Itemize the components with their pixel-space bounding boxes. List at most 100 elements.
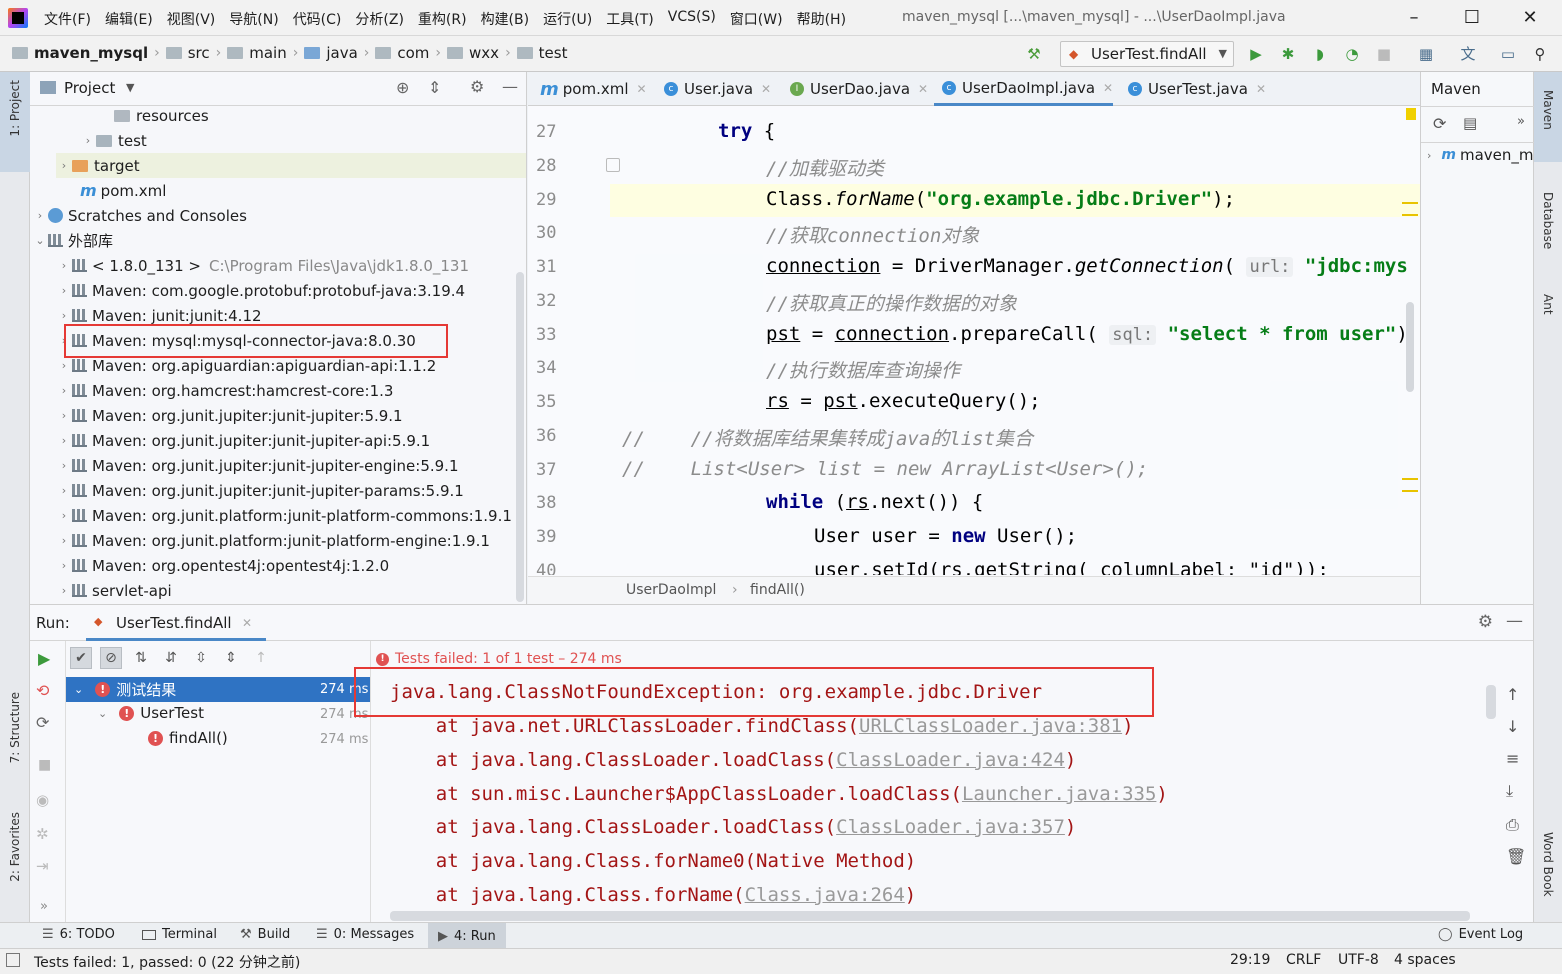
code-line-34[interactable]: //执行数据库查询操作 xyxy=(766,356,960,383)
project-tool-button[interactable]: 1: Project xyxy=(8,80,22,137)
breadcrumb-class[interactable]: UserDaoImpl xyxy=(626,582,716,598)
tree-item-library[interactable]: › Maven: org.hamcrest:hamcrest-core:1.3 xyxy=(56,378,394,403)
menu-analyze[interactable]: 分析(Z) xyxy=(355,9,404,29)
crumb-com[interactable]: com › xyxy=(375,44,441,62)
fold-icon[interactable] xyxy=(606,158,620,172)
database-tool-button[interactable]: Database xyxy=(1541,192,1555,249)
expand-arrow-icon[interactable]: › xyxy=(56,359,72,372)
menu-run[interactable]: 运行(U) xyxy=(543,9,592,29)
run-icon[interactable]: ▶ xyxy=(1246,44,1266,64)
code-line-38[interactable]: while (rs.next()) { xyxy=(766,491,983,513)
rerun-icon[interactable]: ▶ xyxy=(38,649,50,668)
menu-tools[interactable]: 工具(T) xyxy=(606,9,653,29)
stack-link[interactable]: ClassLoader.java:424 xyxy=(836,749,1065,771)
toggle-autotest-icon[interactable]: ⟳ xyxy=(36,713,49,732)
menu-edit[interactable]: 编辑(E) xyxy=(105,9,153,29)
soft-wrap-icon[interactable]: ≡ xyxy=(1506,749,1519,768)
maven-tool-button[interactable]: Maven xyxy=(1541,90,1555,130)
messages-tool-button[interactable]: ☰ 0: Messages xyxy=(316,927,414,942)
code-line-28[interactable]: //加载驱动类 xyxy=(766,154,884,181)
close-tab-icon[interactable]: ✕ xyxy=(242,616,252,630)
crumb-test[interactable]: test xyxy=(516,44,567,62)
code-line-39[interactable]: User user = new User(); xyxy=(814,525,1077,547)
collapse-arrow-icon[interactable]: ⌄ xyxy=(74,683,83,696)
tree-item-library[interactable]: › Maven: org.junit.jupiter:junit-jupiter:… xyxy=(56,403,403,428)
build-tool-button[interactable]: ⚒ Build xyxy=(240,927,290,942)
crumb-main[interactable]: main › xyxy=(227,44,298,62)
project-structure-icon[interactable]: ▦ xyxy=(1416,44,1436,64)
run-tool-button[interactable]: ▶ 4: Run xyxy=(428,923,506,949)
menu-build[interactable]: 构建(B) xyxy=(481,9,530,29)
tree-item-library[interactable]: › Maven: org.apiguardian:apiguardian-api:… xyxy=(56,353,437,378)
caret-position[interactable]: 29:19 xyxy=(1230,952,1270,968)
stop-icon[interactable]: ■ xyxy=(1374,44,1394,64)
sort-alphabetically-icon[interactable]: ⇅ xyxy=(130,647,152,669)
expand-arrow-icon[interactable]: › xyxy=(56,584,72,597)
tree-item-library[interactable]: › Maven: org.junit.jupiter:junit-jupiter-… xyxy=(56,428,430,453)
tree-item-scratches[interactable]: › Scratches and Consoles xyxy=(32,203,247,228)
close-tab-icon[interactable]: ✕ xyxy=(761,82,771,96)
warning-stripe-icon[interactable] xyxy=(1402,202,1418,216)
project-view-select[interactable]: Project xyxy=(64,79,115,97)
tree-item-target[interactable]: › target xyxy=(56,153,526,178)
expand-arrow-icon[interactable]: › xyxy=(56,159,72,172)
tree-item-resources[interactable]: resources xyxy=(114,103,209,128)
gear-icon[interactable]: ⚙ xyxy=(470,77,484,96)
tree-item-library[interactable]: › Maven: org.junit.jupiter:junit-jupiter-… xyxy=(56,453,459,478)
scroll-to-end-icon[interactable]: ⤓ xyxy=(1506,781,1513,801)
expand-arrow-icon[interactable]: › xyxy=(56,384,72,397)
reload-icon[interactable]: ⟳ xyxy=(1433,114,1446,133)
code-line-27[interactable]: try { xyxy=(718,120,775,142)
close-window-icon[interactable]: ✕ xyxy=(1516,6,1544,30)
code-line-40[interactable]: user.setId(rs.getString( columnLabel: "i… xyxy=(814,559,1329,575)
menu-code[interactable]: 代码(C) xyxy=(293,9,342,29)
chevron-down-icon[interactable]: ▼ xyxy=(126,81,134,94)
menu-view[interactable]: 视图(V) xyxy=(167,9,216,29)
menu-window[interactable]: 窗口(W) xyxy=(730,9,783,29)
camera-icon[interactable]: ◉ xyxy=(36,791,49,809)
tree-item-library[interactable]: › servlet-api xyxy=(56,578,172,603)
layout-icon[interactable]: ▭ xyxy=(1498,44,1518,64)
favorites-tool-button[interactable]: 2: Favorites xyxy=(8,812,22,882)
expand-arrow-icon[interactable]: › xyxy=(80,134,96,147)
locate-icon[interactable]: ⊕ xyxy=(396,78,409,97)
console-hscrollbar[interactable] xyxy=(390,911,1470,921)
ant-tool-button[interactable]: Ant xyxy=(1541,294,1555,315)
expand-arrow-icon[interactable]: › xyxy=(56,309,72,322)
crumb-project[interactable]: maven_mysql › xyxy=(12,44,160,62)
tree-item-library[interactable]: › Maven: com.google.protobuf:protobuf-jav… xyxy=(56,278,465,303)
search-icon[interactable]: ⚲ xyxy=(1530,44,1550,64)
scroll-up-icon[interactable]: ↑ xyxy=(1506,685,1519,704)
collapse-arrow-icon[interactable]: ⌄ xyxy=(32,234,48,247)
menu-refactor[interactable]: 重构(R) xyxy=(418,9,467,29)
toggle-tool-windows-icon[interactable] xyxy=(6,953,20,967)
code-line-32[interactable]: //获取真正的操作数据的对象 xyxy=(766,289,1017,316)
expand-arrow-icon[interactable]: › xyxy=(56,559,72,572)
tab-userdaoimpl[interactable]: c UserDaoImpl.java ✕ xyxy=(934,72,1114,106)
todo-tool-button[interactable]: ☰ 6: TODO xyxy=(42,927,115,942)
code-line-29[interactable]: Class.forName("org.example.jdbc.Driver")… xyxy=(766,188,1235,210)
project-scrollbar[interactable] xyxy=(516,272,524,602)
menu-navigate[interactable]: 导航(N) xyxy=(229,9,278,29)
tree-item-pom[interactable]: m pom.xml xyxy=(80,178,166,203)
menu-help[interactable]: 帮助(H) xyxy=(797,9,846,29)
tree-item-library[interactable]: › Maven: org.opentest4j:opentest4j:1.2.0 xyxy=(56,553,389,578)
gear-icon[interactable]: ⚙ xyxy=(1478,612,1493,632)
test-method-item[interactable]: ! findAll() xyxy=(148,729,228,747)
tree-item-library[interactable]: › Maven: org.junit.platform:junit-platfor… xyxy=(56,503,512,528)
wordbook-tool-button[interactable]: Word Book xyxy=(1541,832,1555,897)
expand-arrow-icon[interactable]: › xyxy=(56,284,72,297)
terminal-tool-button[interactable]: Terminal xyxy=(142,927,217,942)
warning-marker-icon[interactable] xyxy=(1406,108,1416,120)
code-line-31[interactable]: connection = DriverManager.getConnection… xyxy=(766,255,1408,277)
show-ignored-icon[interactable]: ⊘ xyxy=(100,647,122,669)
add-maven-project-icon[interactable]: ▤ xyxy=(1463,114,1477,132)
tree-item-external-libraries[interactable]: ⌄ 外部库 xyxy=(32,228,113,253)
hide-panel-icon[interactable]: — xyxy=(1506,611,1523,631)
code-line-37[interactable]: // List<User> list = new ArrayList<User>… xyxy=(622,458,1148,480)
profile-icon[interactable]: ◔ xyxy=(1342,44,1362,64)
show-passed-icon[interactable]: ✔ xyxy=(70,647,92,669)
tab-pom[interactable]: m pom.xml ✕ xyxy=(532,72,647,106)
console-vscrollbar[interactable] xyxy=(1486,685,1496,719)
line-separator[interactable]: CRLF xyxy=(1286,952,1321,968)
